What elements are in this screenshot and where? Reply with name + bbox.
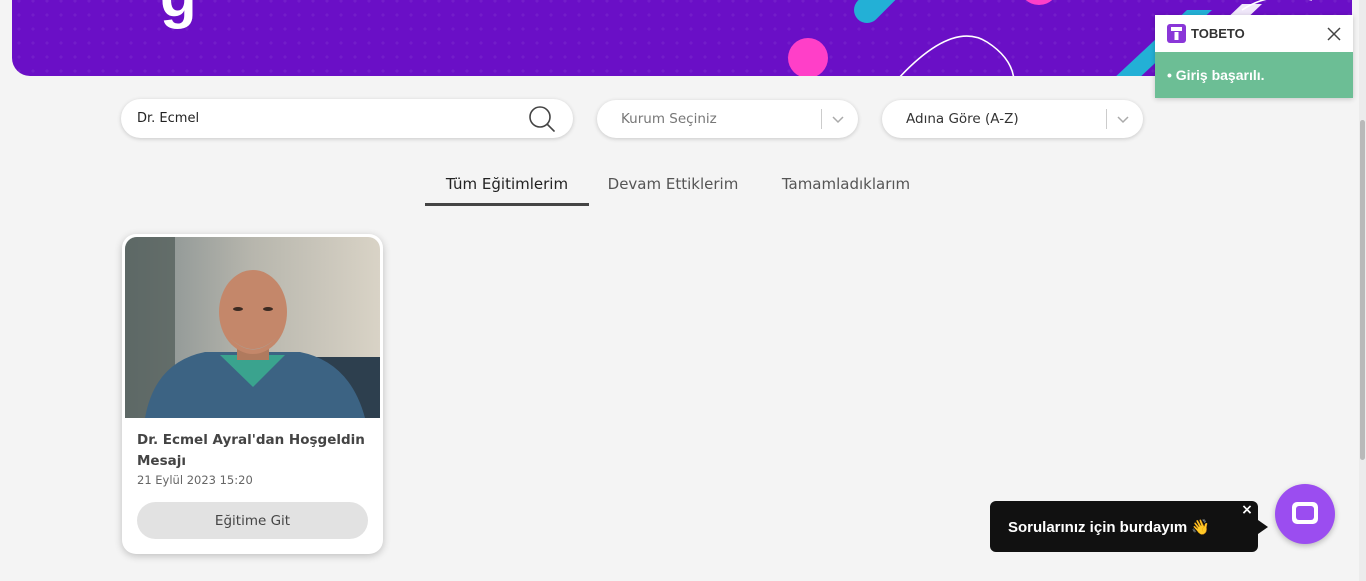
toast-brand: TOBETO — [1191, 26, 1245, 41]
chat-launcher-button[interactable] — [1275, 484, 1335, 544]
search-input[interactable] — [137, 111, 527, 126]
toast-header: TOBETO — [1155, 15, 1353, 52]
tobeto-logo-icon — [1167, 24, 1186, 43]
chat-icon — [1292, 502, 1318, 524]
select-separator — [821, 109, 822, 129]
close-icon[interactable] — [1325, 25, 1343, 43]
course-card[interactable]: Dr. Ecmel Ayral'dan Hoşgeldin Mesajı 21 … — [122, 234, 383, 554]
course-date: 21 Eylül 2023 15:20 — [137, 473, 253, 487]
course-thumbnail[interactable] — [125, 237, 380, 418]
hero-banner: g — [12, 0, 1352, 76]
toast-message: • Giriş başarılı. — [1155, 52, 1353, 98]
banner-decoration: g — [160, 0, 1312, 76]
select-separator — [1106, 109, 1107, 129]
tab-in-progress[interactable]: Devam Ettiklerim — [597, 175, 749, 206]
presenter-photo — [125, 237, 380, 418]
svg-text:g: g — [160, 0, 197, 29]
page-scrollbar[interactable] — [1359, 0, 1366, 581]
sort-select-value: Adına Göre (A-Z) — [906, 111, 1019, 127]
chevron-down-icon[interactable] — [1115, 111, 1131, 127]
scrollbar-thumb[interactable] — [1360, 120, 1365, 460]
go-to-course-button[interactable]: Eğitime Git — [137, 502, 368, 539]
tab-all-courses[interactable]: Tüm Eğitimlerim — [425, 175, 589, 206]
chevron-down-icon[interactable] — [830, 111, 846, 127]
organization-select-value: Kurum Seçiniz — [621, 111, 717, 127]
course-title[interactable]: Dr. Ecmel Ayral'dan Hoşgeldin Mesajı — [137, 430, 369, 472]
sort-select[interactable]: Adına Göre (A-Z) — [882, 100, 1143, 138]
search-box[interactable] — [121, 99, 573, 138]
toast-notification: TOBETO • Giriş başarılı. — [1155, 15, 1353, 98]
chat-prompt-text: Sorularınız için burdayım 👋 — [1008, 518, 1211, 536]
chat-prompt-close-icon[interactable]: × — [1240, 503, 1254, 517]
chat-prompt-bubble[interactable]: Sorularınız için burdayım 👋 × — [990, 501, 1268, 552]
search-icon[interactable] — [527, 104, 557, 134]
organization-select[interactable]: Kurum Seçiniz — [597, 100, 858, 138]
tab-completed[interactable]: Tamamladıklarım — [766, 175, 926, 206]
